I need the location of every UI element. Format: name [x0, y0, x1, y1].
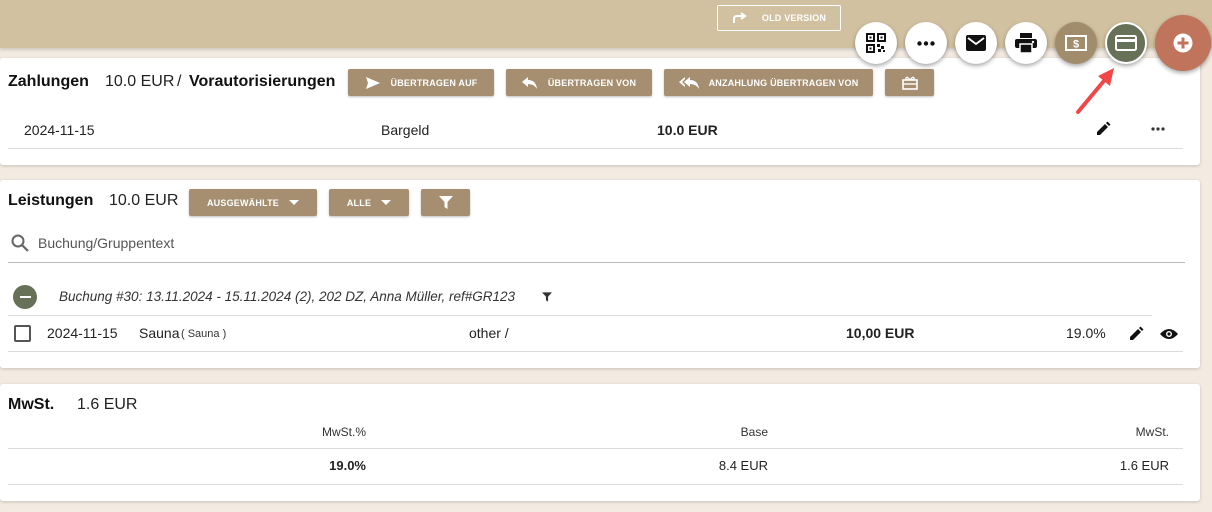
deposit-transfer-from-button[interactable]: ANZAHLUNG ÜBERTRAGEN VON — [664, 69, 873, 96]
search-icon — [11, 234, 29, 252]
old-version-button[interactable]: OLD VERSION — [717, 5, 841, 31]
edit-icon[interactable] — [1095, 121, 1111, 137]
preauth-link[interactable]: Vorautorisierungen — [189, 73, 335, 91]
services-card: Leistungen 10.0 EUR AUSGEWÄHLTE ALLE Buc… — [0, 180, 1200, 368]
plus-icon — [1173, 33, 1193, 53]
row-checkbox[interactable] — [14, 325, 31, 342]
services-amount: 10.0 EUR — [109, 192, 179, 209]
vat-pct: 19.0% — [329, 458, 366, 473]
credit-card-icon — [1115, 35, 1137, 51]
caret-down-icon — [289, 199, 300, 205]
service-name: Sauna — [139, 325, 180, 341]
vat-header-pct: MwSt.% — [321, 425, 366, 439]
qr-code-button[interactable] — [855, 22, 897, 64]
payment-amount: 10.0 EUR — [657, 122, 718, 138]
service-sub: ( Sauna ) — [181, 328, 227, 340]
all-label: ALLE — [346, 197, 372, 208]
caret-down-icon — [381, 199, 392, 205]
old-version-label: OLD VERSION — [761, 13, 827, 23]
reply-icon — [521, 76, 537, 89]
gift-card-button[interactable] — [885, 69, 934, 96]
deposit-transfer-from-label: ANZAHLUNG ÜBERTRAGEN VON — [708, 77, 859, 88]
transfer-to-label: ÜBERTRAGEN AUF — [390, 77, 478, 88]
payment-method: Bargeld — [381, 122, 430, 138]
service-tax: 19.0% — [1066, 325, 1106, 341]
add-button[interactable] — [1155, 15, 1211, 71]
more-button[interactable] — [905, 22, 947, 64]
reply-all-icon — [678, 76, 699, 89]
service-category: other / — [469, 325, 509, 341]
divider — [8, 448, 1183, 449]
all-dropdown-button[interactable]: ALLE — [329, 189, 409, 216]
eye-icon[interactable] — [1160, 328, 1178, 340]
money-button[interactable]: $ — [1055, 22, 1097, 64]
filter-icon — [438, 196, 453, 209]
vat-header-base: Base — [740, 425, 768, 439]
selected-dropdown-button[interactable]: AUSGEWÄHLTE — [189, 189, 317, 216]
transfer-to-button[interactable]: ÜBERTRAGEN AUF — [348, 69, 494, 96]
qr-code-icon — [866, 33, 886, 53]
vat-amount: 1.6 EUR — [77, 396, 138, 413]
gift-card-icon — [901, 76, 918, 90]
search-input[interactable]: Buchung/Gruppentext — [38, 235, 174, 251]
service-date: 2024-11-15 — [47, 325, 118, 341]
money-icon: $ — [1065, 35, 1087, 51]
payments-amount: 10.0 EUR — [105, 73, 175, 90]
payment-date: 2024-11-15 — [24, 122, 95, 138]
vat-title: MwSt. — [8, 396, 55, 413]
divider — [8, 148, 1183, 149]
mail-icon — [966, 35, 986, 51]
annotation-arrow-icon — [1076, 68, 1114, 114]
send-icon — [365, 76, 380, 89]
vat-card: MwSt. 1.6 EUR MwSt.% Base MwSt. 19.0% 8.… — [0, 384, 1200, 501]
vat-base: 8.4 EUR — [718, 458, 768, 473]
vat-value: 1.6 EUR — [1119, 458, 1169, 473]
transfer-from-button[interactable]: ÜBERTRAGEN VON — [506, 69, 652, 96]
booking-group-label: Buchung #30: 13.11.2024 - 15.11.2024 (2)… — [59, 289, 516, 304]
payments-title: Zahlungen — [8, 73, 89, 90]
svg-text:$: $ — [1073, 39, 1079, 51]
vat-header-vat: MwSt. — [1135, 425, 1169, 439]
mail-button[interactable] — [955, 22, 997, 64]
service-amount: 10,00 EUR — [846, 325, 915, 341]
divider — [8, 484, 1183, 485]
search-underline — [8, 262, 1185, 263]
payments-separator: / — [177, 73, 182, 90]
filter-icon[interactable] — [542, 292, 552, 302]
more-horiz-icon[interactable] — [1150, 127, 1166, 131]
collapse-group-button[interactable] — [13, 285, 37, 309]
credit-card-button[interactable] — [1105, 22, 1147, 64]
edit-icon[interactable] — [1128, 326, 1144, 342]
selected-label: AUSGEWÄHLTE — [206, 197, 280, 208]
print-icon — [1015, 33, 1037, 53]
payments-card: Zahlungen 10.0 EUR / Vorautorisierungen … — [0, 58, 1200, 165]
divider — [8, 351, 1183, 352]
print-button[interactable] — [1005, 22, 1047, 64]
more-horiz-icon — [917, 40, 935, 46]
transfer-from-label: ÜBERTRAGEN VON — [547, 77, 637, 88]
services-title: Leistungen — [8, 192, 94, 209]
redo-arrow-icon — [732, 12, 747, 23]
filter-button[interactable] — [421, 189, 470, 216]
divider — [8, 315, 1152, 316]
